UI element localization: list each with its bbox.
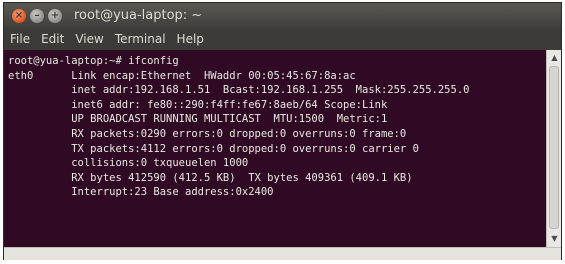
- scroll-up-icon[interactable]: ▲: [548, 52, 561, 64]
- terminal-line: inet6 addr: fe80::290:f4ff:fe67:8aeb/64 …: [8, 98, 388, 111]
- terminal-line: RX bytes 412590 (412.5 KB) TX bytes 4093…: [8, 171, 413, 184]
- menu-bar: File Edit View Terminal Help: [4, 28, 561, 50]
- menu-file[interactable]: File: [10, 32, 30, 46]
- maximize-icon: +: [50, 9, 60, 21]
- maximize-button[interactable]: +: [48, 8, 62, 23]
- menu-view[interactable]: View: [75, 32, 103, 46]
- window-bottom-edge: [4, 247, 561, 260]
- close-button[interactable]: ×: [12, 8, 26, 23]
- terminal-line: eth0 Link encap:Ethernet HWaddr 00:05:45…: [8, 69, 356, 82]
- terminal-output[interactable]: root@yua-laptop:~# ifconfig eth0 Link en…: [4, 50, 546, 247]
- menu-help[interactable]: Help: [177, 32, 204, 46]
- menu-edit[interactable]: Edit: [41, 32, 64, 46]
- terminal-line: UP BROADCAST RUNNING MULTICAST MTU:1500 …: [8, 113, 388, 126]
- terminal-window: × – + root@yua-laptop: ~ File Edit View …: [3, 2, 562, 260]
- terminal-line: Interrupt:23 Base address:0x2400: [8, 186, 274, 199]
- vertical-scrollbar[interactable]: ▲ ▼: [546, 50, 561, 247]
- window-title: root@yua-laptop: ~: [74, 8, 203, 23]
- terminal-line: inet addr:192.168.1.51 Bcast:192.168.1.2…: [8, 84, 470, 97]
- terminal-line: RX packets:0290 errors:0 dropped:0 overr…: [8, 127, 407, 140]
- scroll-down-icon[interactable]: ▼: [548, 233, 561, 245]
- menu-terminal[interactable]: Terminal: [115, 32, 166, 46]
- scrollbar-thumb[interactable]: [549, 66, 559, 229]
- title-bar[interactable]: × – + root@yua-laptop: ~: [4, 3, 561, 28]
- minimize-button[interactable]: –: [30, 8, 44, 23]
- minimize-icon: –: [34, 9, 40, 21]
- terminal-line: TX packets:4112 errors:0 dropped:0 overr…: [8, 142, 419, 155]
- close-icon: ×: [14, 9, 24, 21]
- terminal-line: collisions:0 txqueuelen 1000: [8, 157, 249, 170]
- terminal-line: root@yua-laptop:~# ifconfig: [8, 55, 179, 67]
